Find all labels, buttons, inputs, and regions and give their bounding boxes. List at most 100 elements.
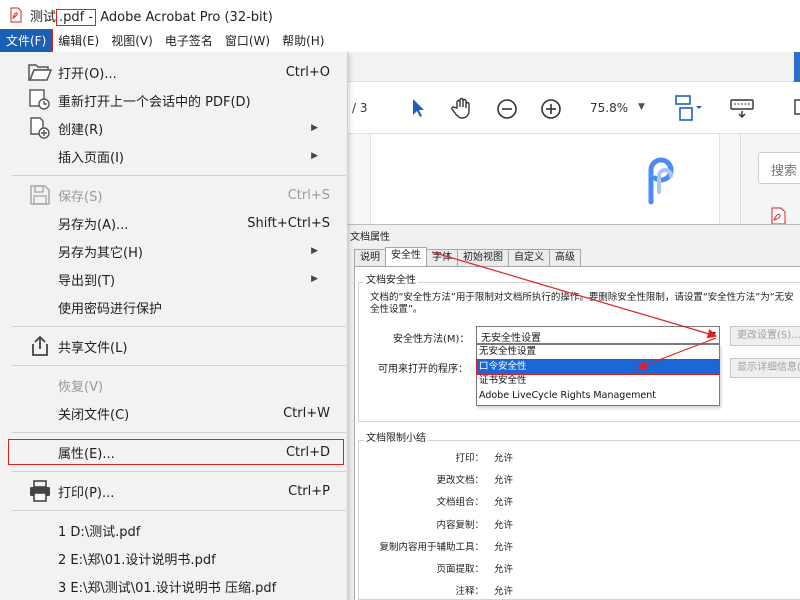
tab-initial-view[interactable]: 初始视图 — [457, 249, 509, 266]
menu-export-label: 导出到(T) — [58, 273, 116, 289]
window-title: 测试 .pdf - Adobe Acrobat Pro (32-bit) — [30, 8, 273, 26]
menu-close-label: 关闭文件(C) — [58, 407, 130, 423]
summary-value: 允许 — [494, 542, 514, 553]
acrobat-window: 测试 .pdf - Adobe Acrobat Pro (32-bit) 文件(F… — [0, 0, 800, 600]
menu-print-shortcut: Ctrl+P — [288, 483, 330, 499]
tab-fonts[interactable]: 字体 — [426, 249, 458, 266]
menu-properties[interactable]: 属性(E)... Ctrl+D — [0, 439, 348, 465]
summary-value: 允许 — [494, 497, 514, 508]
recent-file-1[interactable]: 1 D:\测试.pdf — [0, 517, 348, 543]
menu-view[interactable]: 视图(V) — [105, 30, 159, 52]
menu-create-label: 创建(R) — [58, 122, 104, 138]
submenu-arrow-icon: ▶ — [311, 246, 318, 256]
menu-separator — [12, 432, 346, 433]
right-edge-tab[interactable] — [794, 52, 800, 84]
pdf-tool-icon[interactable] — [769, 206, 787, 226]
tab-security[interactable]: 安全性 — [385, 247, 427, 266]
zoom-level[interactable]: 75.8% — [590, 101, 628, 115]
menu-password-protect[interactable]: 使用密码进行保护 — [0, 294, 348, 320]
menu-separator — [12, 175, 346, 176]
recent-file-3[interactable]: 3 E:\郑\测试\01.设计说明书 压缩.pdf — [0, 573, 348, 599]
option-no-security[interactable]: 无安全性设置 — [477, 345, 719, 360]
chevron-down-icon[interactable]: ▼ — [710, 330, 716, 339]
menu-export[interactable]: 导出到(T) ▶ — [0, 266, 348, 292]
title-filename-highlight: .pdf - — [56, 8, 97, 26]
menu-share[interactable]: 共享文件(L) — [0, 333, 348, 359]
menu-file[interactable]: 文件(F) — [0, 29, 54, 53]
create-pdf-icon — [28, 116, 52, 140]
save-icon — [28, 183, 52, 207]
menu-save-as[interactable]: 另存为(A)... Shift+Ctrl+S — [0, 210, 348, 236]
fit-page-icon[interactable] — [674, 94, 706, 122]
security-method-options: 无安全性设置 口令安全性 证书安全性 Adobe LiveCycle Right… — [476, 344, 720, 406]
tools-search-input[interactable]: 搜索 — [758, 152, 800, 184]
page-toolbar: / 3 75.8% ▼ — [340, 82, 800, 134]
menu-create[interactable]: 创建(R) ▶ — [0, 115, 348, 141]
tab-description[interactable]: 说明 — [354, 249, 386, 266]
menu-print[interactable]: 打印(P)... Ctrl+P — [0, 478, 348, 504]
menu-revert-label: 恢复(V) — [58, 379, 104, 395]
menu-save: 保存(S) Ctrl+S — [0, 182, 348, 208]
dialog-title: 文档属性 — [350, 232, 390, 243]
menu-separator — [12, 471, 346, 472]
security-method-select[interactable]: 无安全性设置 ▼ — [476, 326, 720, 344]
menu-save-as-other[interactable]: 另存为其它(H) ▶ — [0, 238, 348, 264]
menu-insert-pages[interactable]: 插入页面(I) ▶ — [0, 143, 348, 169]
tab-custom[interactable]: 自定义 — [508, 249, 550, 266]
submenu-arrow-icon: ▶ — [311, 274, 318, 284]
folder-open-icon — [28, 60, 52, 84]
reopen-session-icon — [28, 88, 52, 112]
security-description: 文档的“安全性方法”用于限制对文档所执行的操作。要删除安全性限制，请设置“安全性… — [370, 292, 794, 315]
page-count: / 3 — [352, 101, 368, 115]
summary-value: 允许 — [494, 520, 514, 531]
summary-label: 文档组合： — [436, 497, 484, 508]
recent-file-label: 3 E:\郑\测试\01.设计说明书 压缩.pdf — [58, 580, 277, 596]
keyboard-tool-icon[interactable] — [730, 96, 754, 120]
menu-window[interactable]: 窗口(W) — [219, 30, 276, 52]
zoom-dropdown-icon[interactable]: ▼ — [638, 102, 645, 112]
menu-reopen-label: 重新打开上一个会话中的 PDF(D) — [58, 94, 251, 110]
menu-open[interactable]: 打开(O)... Ctrl+O — [0, 59, 348, 85]
document-page — [370, 134, 720, 230]
menu-edit[interactable]: 编辑(E) — [52, 30, 105, 52]
acrobat-pdf-icon — [10, 7, 22, 23]
menu-bar: 文件(F) 编辑(E) 视图(V) 电子签名 窗口(W) 帮助(H) — [0, 29, 800, 53]
option-certificate-security[interactable]: 证书安全性 — [477, 374, 719, 389]
security-method-value: 无安全性设置 — [481, 333, 541, 344]
menu-open-shortcut: Ctrl+O — [285, 64, 330, 80]
menu-separator — [12, 326, 346, 327]
select-cursor-icon[interactable] — [410, 98, 426, 118]
summary-value: 允许 — [494, 453, 514, 464]
menu-close-shortcut: Ctrl+W — [283, 405, 330, 421]
more-tools-icon[interactable] — [794, 98, 800, 118]
zoom-out-icon[interactable] — [496, 98, 518, 120]
document-logo-icon — [648, 157, 674, 205]
menu-reopen-session[interactable]: 重新打开上一个会话中的 PDF(D) — [0, 87, 348, 113]
menu-separator — [12, 510, 346, 511]
menu-esign[interactable]: 电子签名 — [159, 30, 219, 52]
menu-save-as-other-label: 另存为其它(H) — [58, 245, 143, 261]
submenu-arrow-icon: ▶ — [311, 123, 318, 133]
recent-file-2[interactable]: 2 E:\郑\01.设计说明书.pdf — [0, 545, 348, 571]
security-group-title: 文档安全性 — [364, 271, 418, 286]
menu-protect-label: 使用密码进行保护 — [58, 301, 163, 317]
tab-advanced[interactable]: 高级 — [549, 249, 581, 266]
recent-file-label: 1 D:\测试.pdf — [58, 524, 141, 540]
option-adobe-livecycle[interactable]: Adobe LiveCycle Rights Management — [477, 389, 719, 404]
summary-label: 复制内容用于辅助工具： — [379, 542, 484, 553]
title-bar: 测试 .pdf - Adobe Acrobat Pro (32-bit) — [0, 0, 800, 30]
menu-revert: 恢复(V) — [0, 372, 348, 398]
menu-close-file[interactable]: 关闭文件(C) Ctrl+W — [0, 400, 348, 426]
change-settings-button[interactable]: 更改设置(S)... — [730, 326, 800, 346]
menu-help[interactable]: 帮助(H) — [276, 30, 330, 52]
show-details-button[interactable]: 显示详细信息(D)... — [730, 358, 800, 378]
option-password-security[interactable]: 口令安全性 — [476, 358, 720, 375]
menu-print-label: 打印(P)... — [58, 485, 115, 501]
summary-value: 允许 — [494, 475, 514, 486]
summary-value: 允许 — [494, 564, 514, 575]
zoom-in-icon[interactable] — [540, 98, 562, 120]
hand-tool-icon[interactable] — [450, 96, 474, 120]
dialog-tabs: 说明 安全性 字体 初始视图 自定义 高级 — [354, 247, 581, 267]
menu-save-label: 保存(S) — [58, 189, 103, 205]
menu-insert-label: 插入页面(I) — [58, 150, 124, 166]
